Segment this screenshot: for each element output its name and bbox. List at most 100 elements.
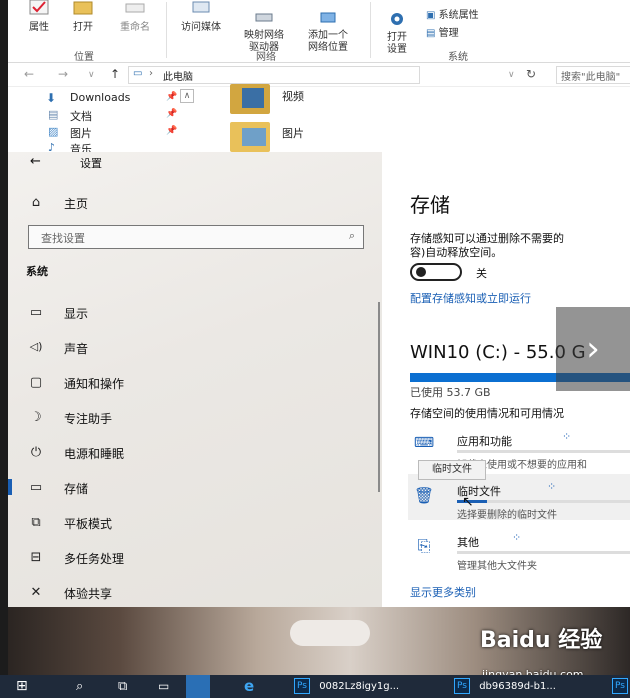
power-icon: ⏻ bbox=[30, 445, 42, 460]
multitask-icon: ⊟ bbox=[30, 550, 42, 565]
properties-icon bbox=[29, 0, 49, 15]
manage-button[interactable]: ▤ 管理 bbox=[426, 28, 459, 40]
sidebar-item-power-sleep[interactable]: 电源和睡眠 bbox=[64, 445, 124, 462]
nav-item-pictures[interactable]: 图片 bbox=[70, 125, 92, 141]
back-arrow-icon[interactable]: ← bbox=[30, 154, 41, 169]
task-view-icon[interactable]: ⧉ bbox=[118, 675, 127, 698]
ribbon-divider bbox=[166, 2, 167, 58]
address-path: 此电脑 bbox=[163, 72, 193, 83]
taskbar-task-3[interactable]: Ps bbox=[612, 675, 628, 698]
search-icon[interactable]: ⌕ bbox=[76, 675, 83, 698]
share-icon: ✕ bbox=[30, 585, 42, 600]
sidebar-item-tablet-mode[interactable]: 平板模式 bbox=[64, 515, 112, 532]
category-temp-bar bbox=[457, 500, 630, 503]
edge-icon[interactable]: e bbox=[244, 675, 254, 698]
configure-storage-sense-link[interactable]: 配置存储感知或立即运行 bbox=[410, 290, 531, 306]
search-icon: ⌕ bbox=[348, 229, 355, 242]
sidebar-scrollbar[interactable] bbox=[378, 302, 380, 492]
pc-icon: ▭ bbox=[133, 68, 143, 79]
loading-spinner-icon: ⁘ bbox=[562, 430, 573, 443]
settings-home-link[interactable]: 主页 bbox=[64, 195, 88, 212]
path-separator-icon: › bbox=[149, 68, 153, 79]
nav-item-music[interactable]: 音乐 bbox=[70, 141, 92, 152]
properties-label: 属性 bbox=[29, 22, 49, 33]
add-network-location-button[interactable]: 添加一个 网络位置 bbox=[298, 0, 358, 66]
explorer-search-input[interactable]: 搜索"此电脑" bbox=[556, 66, 630, 84]
photo-detail bbox=[290, 620, 370, 646]
nav-item-documents[interactable]: 文档 bbox=[70, 108, 92, 124]
music-icon: ♪ bbox=[48, 141, 56, 152]
pictures-folder-label: 图片 bbox=[282, 127, 304, 140]
rename-label: 重命名 bbox=[120, 22, 150, 33]
open-button[interactable]: 打开 bbox=[66, 0, 100, 34]
pictures-folder-icon[interactable] bbox=[230, 122, 270, 152]
monitor-icon: ▭ bbox=[29, 305, 43, 320]
taskbar-task-2[interactable]: Ps db96389d-b1... bbox=[454, 675, 556, 698]
folder-icon: ⎘ bbox=[417, 536, 431, 555]
category-other-bar bbox=[457, 551, 630, 554]
back-arrow-icon[interactable]: ← bbox=[24, 67, 34, 81]
landscape-icon bbox=[242, 128, 266, 146]
access-media-button[interactable]: 访问媒体 bbox=[174, 0, 228, 34]
left-edge bbox=[0, 0, 8, 675]
gear-icon bbox=[391, 13, 403, 25]
open-label: 打开 bbox=[73, 22, 93, 33]
open-settings-button[interactable]: 打开 设置 bbox=[378, 0, 416, 68]
chat-icon[interactable]: ▭ bbox=[158, 675, 169, 698]
sidebar-item-notifications[interactable]: 通知和操作 bbox=[64, 375, 124, 392]
up-arrow-icon[interactable]: ↑ bbox=[110, 67, 120, 81]
group-network-label: 网络 bbox=[256, 52, 276, 63]
videos-folder-icon[interactable] bbox=[230, 84, 270, 114]
pin-icon: 📌 bbox=[166, 92, 178, 102]
sidebar-item-focus-assist[interactable]: 专注助手 bbox=[64, 410, 112, 427]
explorer-search-placeholder: 搜索"此电脑" bbox=[561, 72, 621, 83]
pin-icon: 📌 bbox=[166, 126, 178, 136]
settings-search-input[interactable]: 查找设置 ⌕ bbox=[28, 225, 364, 249]
group-location-label: 位置 bbox=[74, 52, 94, 63]
storage-sense-description-line2: 容)自动释放空间。 bbox=[410, 246, 503, 259]
system-properties-button[interactable]: ▣ 系统属性 bbox=[426, 10, 479, 22]
photoshop-icon: Ps bbox=[294, 678, 310, 694]
open-icon bbox=[73, 1, 93, 15]
taskbar-task-1[interactable]: Ps 0082Lz8igy1g... bbox=[294, 675, 399, 698]
nav-item-downloads[interactable]: Downloads bbox=[70, 91, 130, 104]
properties-button[interactable]: 属性 bbox=[22, 0, 56, 34]
film-icon bbox=[242, 88, 264, 108]
tooltip: 临时文件 bbox=[418, 460, 486, 480]
settings-search-placeholder: 查找设置 bbox=[41, 232, 85, 245]
ribbon: 属性 打开 重命名 位置 访问媒体 映射网络 驱动器 添加一个 网络位置 网络 bbox=[8, 0, 630, 63]
chevron-down-icon[interactable]: ∨ bbox=[508, 70, 515, 80]
next-slide-button[interactable]: › bbox=[556, 307, 630, 391]
sidebar-item-display[interactable]: 显示 bbox=[64, 305, 88, 322]
notification-icon: ▢ bbox=[29, 375, 43, 390]
windows-start-icon[interactable]: ⊞ bbox=[16, 675, 28, 698]
page-title: 存储 bbox=[410, 193, 450, 217]
forward-arrow-icon[interactable]: → bbox=[58, 67, 68, 81]
open-settings-label: 打开 设置 bbox=[387, 32, 407, 55]
chevron-down-icon[interactable]: ∨ bbox=[88, 70, 95, 80]
show-more-categories-link[interactable]: 显示更多类别 bbox=[410, 584, 476, 600]
chevron-right-icon: › bbox=[586, 329, 600, 369]
access-media-label: 访问媒体 bbox=[181, 22, 221, 33]
taskbar-task-1-label: 0082Lz8igy1g... bbox=[319, 681, 400, 692]
home-icon: ⌂ bbox=[31, 195, 41, 210]
toggle-state-label: 关 bbox=[476, 267, 487, 280]
sidebar-item-sound[interactable]: 声音 bbox=[64, 340, 88, 357]
storage-sense-toggle[interactable] bbox=[410, 263, 462, 281]
pin-icon: 📌 bbox=[166, 109, 178, 119]
refresh-icon[interactable]: ↻ bbox=[526, 67, 536, 81]
sidebar-item-storage[interactable]: 存储 bbox=[64, 480, 88, 497]
category-other-name: 其他 bbox=[457, 536, 479, 549]
scroll-up-icon[interactable]: ∧ bbox=[180, 89, 194, 103]
rename-icon bbox=[125, 3, 145, 13]
rename-button[interactable]: 重命名 bbox=[112, 0, 158, 34]
sidebar-item-shared-experiences[interactable]: 体验共享 bbox=[64, 585, 112, 602]
add-network-location-label: 添加一个 网络位置 bbox=[308, 30, 348, 53]
category-other-desc: 管理其他大文件夹 bbox=[457, 561, 537, 572]
taskbar-explorer-icon[interactable] bbox=[186, 675, 210, 698]
taskbar: ⊞ ⌕ ⧉ ▭ e Ps 0082Lz8igy1g... Ps db96389d… bbox=[0, 675, 630, 698]
download-icon: ⬇ bbox=[46, 91, 57, 105]
address-path-box[interactable]: ▭ › 此电脑 bbox=[128, 66, 420, 84]
sidebar-item-multitasking[interactable]: 多任务处理 bbox=[64, 550, 124, 567]
mouse-cursor-icon: ↖ bbox=[462, 494, 474, 510]
